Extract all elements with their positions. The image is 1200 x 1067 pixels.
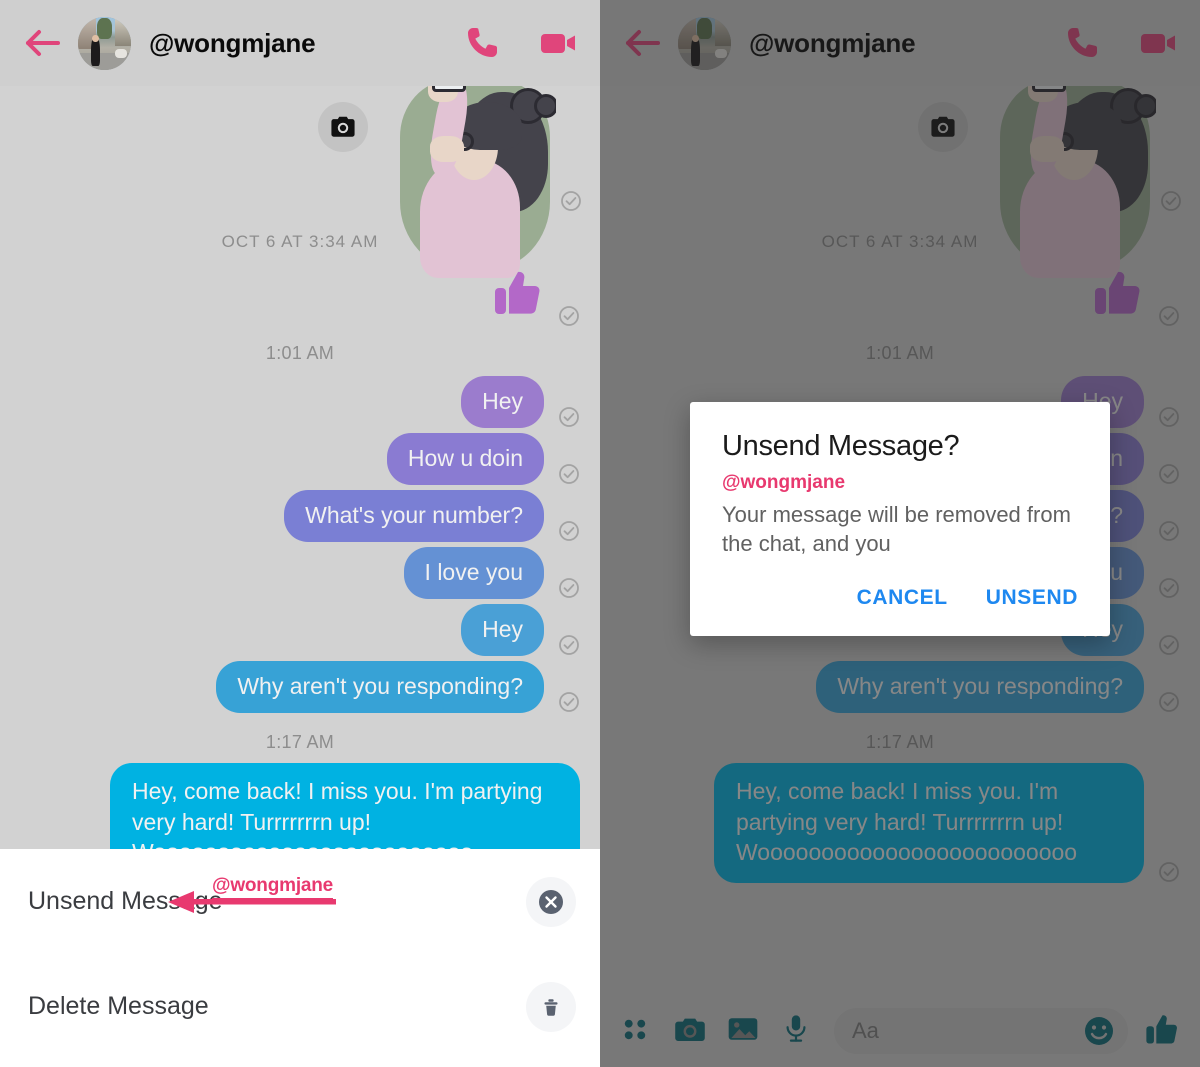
page-title[interactable]: @wongmjane	[149, 28, 316, 59]
right-screen: @wongmjane	[600, 0, 1200, 1067]
message-bubble[interactable]: Hey	[461, 376, 544, 429]
video-camera-icon[interactable]	[538, 23, 578, 63]
dialog-body: Your message will be removed from the ch…	[722, 502, 1071, 557]
phone-icon[interactable]	[462, 23, 502, 63]
message-bubble[interactable]: What's your number?	[284, 490, 544, 543]
message-bubble[interactable]: How u doin	[386, 433, 544, 486]
timestamp-divider-2: 1:01 AM	[265, 343, 335, 363]
delivered-check-icon	[558, 406, 580, 428]
screenshot-root: @wongmjane OCT 6 AT 3:34 AM 1:01 AM Hey …	[0, 0, 1200, 1067]
sheet-item-unsend-message[interactable]: Unsend Message @wongmjane	[0, 849, 600, 954]
message-row: I love you	[18, 547, 582, 600]
delivered-check-icon	[558, 577, 580, 599]
message-row: What's your number?	[18, 490, 582, 543]
left-screen: @wongmjane OCT 6 AT 3:34 AM 1:01 AM Hey …	[0, 0, 600, 1067]
sticker-row	[18, 80, 582, 278]
close-circle-icon[interactable]	[526, 876, 576, 927]
message-bubble[interactable]: I love you	[403, 547, 544, 600]
back-arrow-icon[interactable]	[22, 22, 64, 64]
sheet-item-label: Delete Message	[28, 992, 209, 1020]
annotation-label: @wongmjane	[212, 875, 333, 901]
delivered-check-icon	[560, 190, 582, 212]
delivered-check-icon	[558, 634, 580, 656]
delivered-check-icon	[558, 305, 580, 327]
sheet-item-delete-message[interactable]: Delete Message	[0, 954, 600, 1059]
trash-icon[interactable]	[526, 981, 576, 1032]
unsend-button[interactable]: UNSEND	[986, 586, 1078, 610]
message-row: Hey	[18, 604, 582, 657]
dialog-actions: CANCEL UNSEND	[722, 586, 1078, 614]
message-row: How u doin	[18, 433, 582, 486]
message-row: Why aren't you responding?	[18, 661, 582, 714]
sticker-image[interactable]	[392, 80, 556, 280]
delivered-check-icon	[558, 520, 580, 542]
dialog-watermark: @wongmjane	[722, 472, 846, 493]
action-sheet: Unsend Message @wongmjane Delete Message	[0, 849, 600, 1067]
dialog-title: Unsend Message?	[722, 430, 960, 462]
unsend-dialog: Unsend Message? @wongmjane Your message …	[690, 402, 1110, 637]
chat-header: @wongmjane	[0, 0, 600, 86]
message-bubble[interactable]: Why aren't you responding?	[216, 661, 544, 714]
annotation-arrow-icon: @wongmjane	[168, 875, 358, 921]
message-bubble[interactable]: Hey	[461, 604, 544, 657]
camera-icon[interactable]	[318, 102, 368, 152]
avatar[interactable]	[78, 16, 131, 70]
delivered-check-icon	[558, 463, 580, 485]
cancel-button[interactable]: CANCEL	[857, 586, 948, 610]
timestamp-divider-3: 1:17 AM	[265, 732, 335, 753]
delivered-check-icon	[558, 691, 580, 713]
message-row: Hey	[18, 376, 582, 429]
